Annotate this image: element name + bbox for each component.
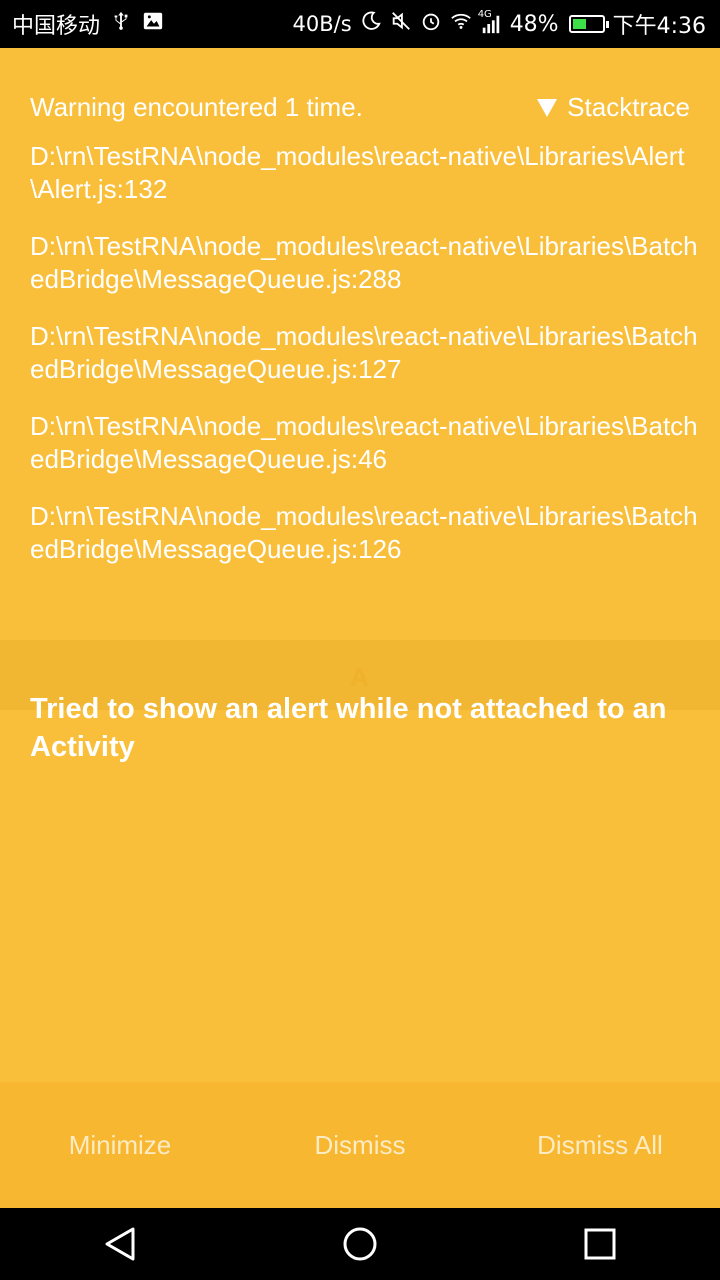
stack-frame[interactable]: D:\rn\TestRNA\node_modules\react-native\… xyxy=(30,500,700,566)
dismiss-button[interactable]: Dismiss xyxy=(240,1110,480,1181)
home-button[interactable] xyxy=(330,1214,390,1274)
gallery-app-icon xyxy=(142,10,164,38)
back-button[interactable] xyxy=(90,1214,150,1274)
dismiss-all-button[interactable]: Dismiss All xyxy=(480,1110,720,1181)
triangle-down-icon xyxy=(537,98,558,117)
moon-icon xyxy=(360,10,382,38)
net-speed: 40B/s xyxy=(292,12,352,36)
warning-box: Warning encountered 1 time. Stacktrace A… xyxy=(0,48,720,1208)
warning-message: Tried to show an alert while not attache… xyxy=(30,693,667,763)
battery-percent: 48% xyxy=(509,11,559,37)
battery-icon xyxy=(568,15,609,33)
recents-square-icon xyxy=(584,1228,616,1260)
stacktrace-label: Stacktrace xyxy=(567,92,690,122)
stack-frames: D:\rn\TestRNA\node_modules\react-native\… xyxy=(30,140,700,590)
stack-frame[interactable]: D:\rn\TestRNA\node_modules\react-native\… xyxy=(30,410,700,476)
warning-count: Warning encountered 1 time. xyxy=(30,92,363,122)
stack-frame[interactable]: D:\rn\TestRNA\node_modules\react-native\… xyxy=(30,320,700,386)
navigation-bar xyxy=(0,1208,720,1280)
minimize-button[interactable]: Minimize xyxy=(0,1110,240,1181)
status-bar: 中国移动 40B/s 4G 48% 下午4:36 xyxy=(0,0,720,48)
ghost-letter: A xyxy=(350,662,369,692)
wifi-icon xyxy=(450,10,472,38)
action-bar: Minimize Dismiss Dismiss All xyxy=(0,1082,720,1208)
alarm-icon xyxy=(420,10,442,38)
stack-frame[interactable]: D:\rn\TestRNA\node_modules\react-native\… xyxy=(30,140,700,206)
back-triangle-icon xyxy=(105,1227,135,1261)
usb-icon xyxy=(110,10,132,38)
home-circle-icon xyxy=(343,1227,377,1261)
stack-frame[interactable]: D:\rn\TestRNA\node_modules\react-native\… xyxy=(30,230,700,296)
stacktrace-toggle[interactable]: Stacktrace xyxy=(537,92,690,123)
carrier-name: 中国移动 xyxy=(12,14,101,39)
cell-signal-icon: 4G xyxy=(478,9,502,35)
recents-button[interactable] xyxy=(570,1214,630,1274)
network-type: 4G xyxy=(477,9,492,20)
clock: 下午4:36 xyxy=(612,14,706,39)
mute-icon xyxy=(390,10,412,38)
warning-header: Warning encountered 1 time. Stacktrace xyxy=(30,92,690,123)
